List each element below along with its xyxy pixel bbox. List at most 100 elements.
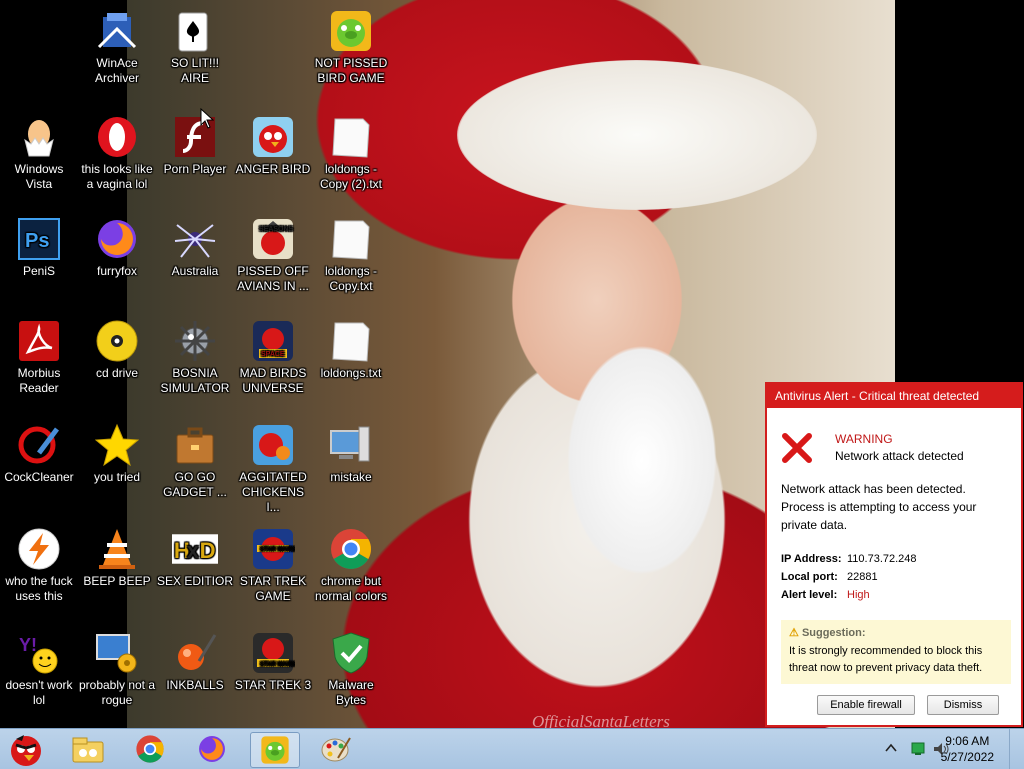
desktop-icon-cockcleaner[interactable]: CockCleaner bbox=[0, 422, 78, 485]
chevron-up-icon bbox=[885, 743, 897, 752]
taskbar-pig-game[interactable] bbox=[250, 732, 300, 768]
warning-subtitle: Network attack detected bbox=[835, 449, 964, 463]
network-icon bbox=[911, 742, 925, 755]
desktop-icon-anger-bird[interactable]: ANGER BIRD bbox=[234, 114, 312, 177]
desktop-icon-australia[interactable]: Australia bbox=[156, 216, 234, 279]
network-tray-button[interactable] bbox=[910, 741, 926, 762]
icon-label: loldongs - Copy.txt bbox=[324, 264, 378, 293]
desktop-icon-firefox[interactable]: furryfox bbox=[78, 216, 156, 279]
alert-details: IP Address: 110.73.72.248 Local port: 2288… bbox=[781, 550, 1011, 604]
icon-label: who the fuck uses this bbox=[5, 574, 73, 603]
desktop-icon-solitaire[interactable]: SO LIT!!! AIRE bbox=[156, 8, 234, 86]
svg-text:x: x bbox=[187, 538, 200, 563]
desktop-icon-morbius-reader[interactable]: Morbius Reader bbox=[0, 318, 78, 396]
desktop-icon-beep-beep[interactable]: BEEP BEEP bbox=[78, 526, 156, 589]
svg-text:STAR WARS: STAR WARS bbox=[260, 662, 295, 668]
taskbar-firefox[interactable] bbox=[188, 732, 236, 766]
photoshop-icon: Ps bbox=[16, 216, 62, 262]
file-explorer-icon bbox=[72, 737, 104, 763]
pdf-icon bbox=[16, 318, 62, 364]
desktop-icon-loldongs-copy2[interactable]: loldongs - Copy (2).txt bbox=[312, 114, 390, 192]
egg-icon bbox=[16, 114, 62, 160]
icon-label: WinAce Archiver bbox=[94, 56, 139, 85]
clock-time: 9:06 AM bbox=[945, 734, 990, 748]
desktop-icon-inkballs[interactable]: INKBALLS bbox=[156, 630, 234, 693]
icon-label: CockCleaner bbox=[4, 470, 74, 484]
svg-text:D: D bbox=[200, 538, 216, 563]
angry-bird-start-icon bbox=[11, 735, 41, 766]
icon-label: NOT PISSED BIRD GAME bbox=[314, 56, 388, 85]
desktop-icon-windows-vista[interactable]: Windows Vista bbox=[0, 114, 78, 192]
desktop-icon-you-tried[interactable]: you tried bbox=[78, 422, 156, 485]
icon-label: cd drive bbox=[95, 366, 139, 380]
computer-icon bbox=[328, 422, 374, 468]
taskbar-file-explorer[interactable] bbox=[64, 732, 112, 766]
desktop-icon-winace-archiver[interactable]: WinAce Archiver bbox=[78, 8, 156, 86]
desktop-icon-chrome[interactable]: chrome but normal colors bbox=[312, 526, 390, 604]
show-desktop-button[interactable] bbox=[1009, 729, 1024, 769]
svg-text:Y!: Y! bbox=[19, 635, 37, 655]
broom-icon bbox=[16, 422, 62, 468]
icon-label: Porn Player bbox=[163, 162, 227, 176]
desktop-icon-who-uses-this[interactable]: who the fuck uses this bbox=[0, 526, 78, 604]
desktop-icon-mad-birds-universe[interactable]: SPACE MAD BIRDS UNIVERSE bbox=[234, 318, 312, 396]
wallpaper-glove bbox=[557, 330, 727, 590]
clock-date: 5/27/2022 bbox=[940, 750, 994, 764]
icon-label: PISSED OFF AVIANS IN ... bbox=[237, 264, 309, 293]
desktop-icon-bosnia-simulator[interactable]: BOSNIA SIMULATOR bbox=[156, 318, 234, 396]
desktop-icon-pissed-off-avians[interactable]: SEASONS PISSED OFF AVIANS IN ... bbox=[234, 216, 312, 294]
starwars-bird-icon: STAR WARS bbox=[250, 526, 296, 572]
desktop-icon-aggitated-chickens[interactable]: AGGITATED CHICKENS I... bbox=[234, 422, 312, 515]
icon-label: loldongs - Copy (2).txt bbox=[319, 162, 382, 191]
icon-label: BOSNIA SIMULATOR bbox=[160, 366, 230, 395]
firefox-icon bbox=[199, 736, 225, 762]
antivirus-title: Antivirus Alert - Critical threat detect… bbox=[767, 384, 1021, 408]
desktop-icon-cd-drive[interactable]: cd drive bbox=[78, 318, 156, 381]
enable-firewall-button[interactable]: Enable firewall bbox=[817, 695, 915, 715]
warning-title: WARNING bbox=[835, 432, 893, 446]
desktop-icon-doesnt-work[interactable]: Y! doesn't work lol bbox=[0, 630, 78, 708]
desktop-icon-malware-bytes[interactable]: Malware Bytes bbox=[312, 630, 390, 708]
desktop-icon-porn-player[interactable]: Porn Player bbox=[156, 114, 234, 177]
desktop-icon-not-pissed-bird[interactable]: NOT PISSED BIRD GAME bbox=[312, 8, 390, 86]
svg-text:SEASONS: SEASONS bbox=[259, 226, 294, 233]
suggestion-box: ⚠ Suggestion: It is strongly recommended… bbox=[781, 620, 1011, 684]
icon-label: this looks like a vagina lol bbox=[81, 162, 153, 191]
desktop-icon-go-go-gadget[interactable]: GO GO GADGET ... bbox=[156, 422, 234, 500]
inkball-icon bbox=[172, 630, 218, 676]
taskbar-chrome[interactable] bbox=[126, 732, 174, 766]
firefox-icon bbox=[94, 216, 140, 262]
text-file-icon bbox=[328, 114, 374, 160]
text-file-icon bbox=[328, 216, 374, 262]
system-tray: 9:06 AM 5/27/2022 bbox=[824, 729, 1024, 769]
show-hidden-icons-button[interactable] bbox=[884, 741, 898, 760]
desktop-icon-photoshop[interactable]: Ps PeniS bbox=[0, 216, 78, 279]
desktop-icon-probably-not-rogue[interactable]: probably not a rogue bbox=[78, 630, 156, 708]
opera-icon bbox=[94, 114, 140, 160]
icon-label: MAD BIRDS UNIVERSE bbox=[239, 366, 307, 395]
monitor-gears-icon bbox=[94, 630, 140, 676]
desktop-icon-opera[interactable]: this looks like a vagina lol bbox=[78, 114, 156, 192]
desktop-icon-star-trek-3[interactable]: STAR WARS STAR TREK 3 bbox=[234, 630, 312, 693]
dismiss-button[interactable]: Dismiss bbox=[927, 695, 999, 715]
mine-icon bbox=[172, 318, 218, 364]
icon-label: INKBALLS bbox=[166, 678, 224, 692]
desktop-icon-mistake[interactable]: mistake bbox=[312, 422, 390, 485]
taskbar-paint[interactable] bbox=[312, 732, 360, 766]
start-button[interactable] bbox=[2, 732, 50, 766]
pig-icon bbox=[328, 8, 374, 54]
wallpaper-hat-trim bbox=[457, 60, 817, 210]
desktop-icon-star-trek-game[interactable]: STAR WARS STAR TREK GAME bbox=[234, 526, 312, 604]
warning-row: WARNING Network attack detected bbox=[781, 428, 1011, 468]
desktop-icon-loldongs-copy[interactable]: loldongs - Copy.txt bbox=[312, 216, 390, 294]
icon-label: SO LIT!!! AIRE bbox=[170, 56, 219, 85]
taskbar-clock[interactable]: 9:06 AM 5/27/2022 bbox=[941, 733, 994, 765]
desktop-icon-loldongs[interactable]: loldongs.txt bbox=[312, 318, 390, 381]
svg-text:Ps: Ps bbox=[25, 230, 49, 252]
icon-label: Malware Bytes bbox=[328, 678, 374, 707]
icon-label: ANGER BIRD bbox=[235, 162, 311, 176]
suggestion-body: It is strongly recommended to block this… bbox=[789, 645, 983, 674]
icon-label: Australia bbox=[171, 264, 219, 278]
icon-label: Morbius Reader bbox=[17, 366, 61, 395]
desktop-icon-sex-editior[interactable]: HxD SEX EDITIOR bbox=[156, 526, 234, 589]
